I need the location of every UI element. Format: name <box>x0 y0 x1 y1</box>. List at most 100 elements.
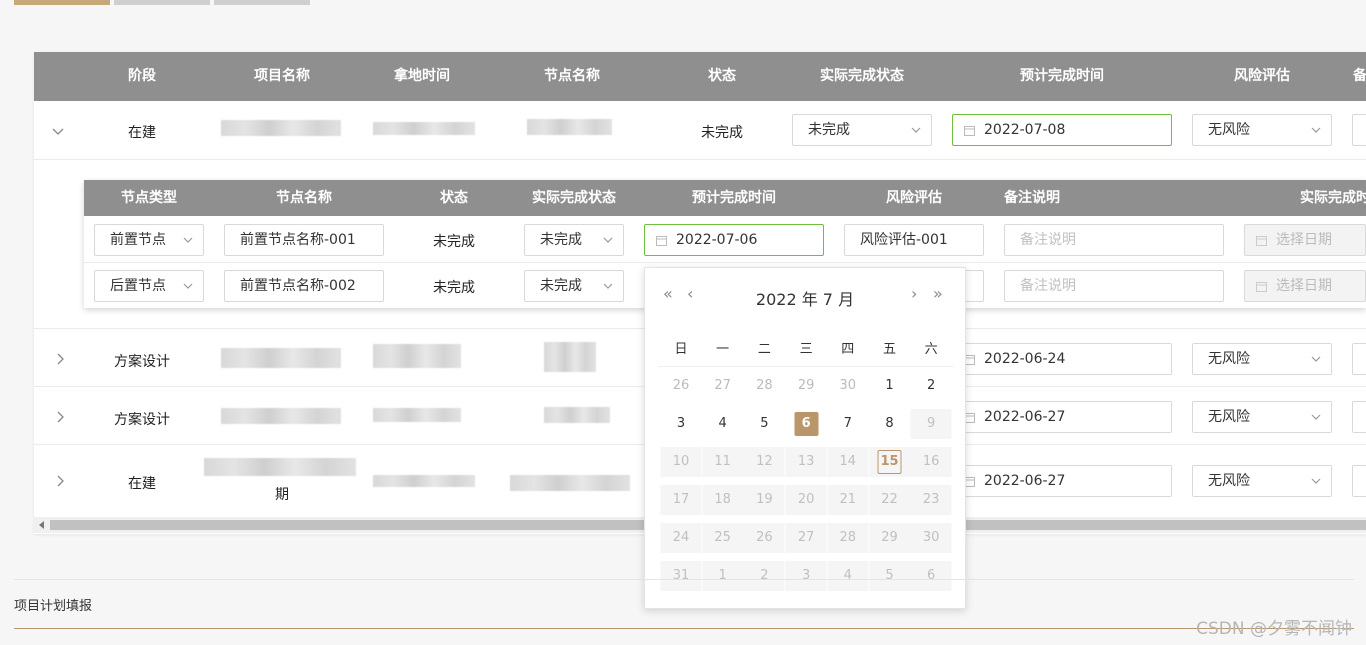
row2-due-date-picker[interactable]: 2022-06-24 <box>952 343 1172 375</box>
sub-row2-actual-date-picker[interactable]: 选择日期 <box>1244 270 1366 302</box>
col-status: 状态 <box>708 68 736 84</box>
row1-due-date-picker[interactable]: 2022-07-08 <box>952 114 1172 146</box>
sub-row1-remark-textarea[interactable]: 备注说明 <box>1004 224 1224 256</box>
sub-row1-status: 未完成 <box>433 234 475 250</box>
calendar-day: 22 <box>869 485 910 515</box>
col-node-name: 节点名称 <box>544 68 600 84</box>
calendar-day[interactable]: 4 <box>702 409 743 439</box>
calendar-day: 27 <box>785 523 827 553</box>
input-value: 前置节点名称-002 <box>240 278 356 294</box>
row3-project-name-redacted <box>221 408 341 424</box>
row3-node-name-redacted <box>544 407 610 423</box>
sub-row1-due-date-picker[interactable]: 2022-07-06 <box>644 224 824 256</box>
calendar-day: 18 <box>702 485 744 515</box>
sub-row1-type-select[interactable]: 前置节点 <box>94 224 204 256</box>
sub-row1-actual-status-select[interactable]: 未完成 <box>524 224 624 256</box>
next-month-icon[interactable]: › <box>911 284 917 303</box>
sub-col-node-name: 节点名称 <box>276 190 332 206</box>
calendar-divider <box>659 366 953 367</box>
calendar-icon <box>656 236 667 246</box>
row1-risk-select[interactable]: 无风险 <box>1192 114 1332 146</box>
sub-row1-actual-date-picker[interactable]: 选择日期 <box>1244 224 1366 256</box>
placeholder: 备注说明 <box>1020 278 1076 294</box>
chevron-right-icon[interactable] <box>52 351 68 367</box>
select-value: 无风险 <box>1208 122 1250 138</box>
placeholder: 选择日期 <box>1276 232 1332 248</box>
row4-remark-input[interactable] <box>1352 465 1366 497</box>
row2-land-time-redacted <box>373 344 461 368</box>
row2-risk-select[interactable]: 无风险 <box>1192 343 1332 375</box>
calendar-day: 20 <box>785 485 827 515</box>
row1-actual-status-select[interactable]: 未完成 <box>792 114 932 146</box>
calendar-day: 10 <box>660 447 702 477</box>
row2-stage: 方案设计 <box>114 354 170 370</box>
sub-col-node-type: 节点类型 <box>121 190 177 206</box>
chevron-down-icon[interactable] <box>50 123 66 139</box>
row2-remark-input[interactable] <box>1352 343 1366 375</box>
table-header: 阶段 项目名称 拿地时间 节点名称 状态 实际完成状态 预计完成时间 风险评估 … <box>34 52 1366 101</box>
col-stage: 阶段 <box>128 68 156 84</box>
sub-row1-name-input[interactable]: 前置节点名称-001 <box>224 224 384 256</box>
input-value: 风险评估-001 <box>860 232 948 248</box>
calendar-day: 21 <box>827 485 869 515</box>
chevron-down-icon <box>1311 478 1321 484</box>
next-year-icon[interactable]: » <box>933 284 943 303</box>
chevron-right-icon[interactable] <box>52 409 68 425</box>
top-tab-2[interactable] <box>114 0 210 5</box>
sub-col-actual-status: 实际完成状态 <box>532 190 616 206</box>
calendar-day[interactable]: 1 <box>869 371 910 401</box>
calendar-day[interactable]: 3 <box>661 409 702 439</box>
date-value: 2022-07-08 <box>984 122 1066 138</box>
calendar-day: 24 <box>660 523 702 553</box>
calendar-day: 23 <box>910 485 952 515</box>
sub-row2-type-select[interactable]: 后置节点 <box>94 270 204 302</box>
calendar-day[interactable]: 2 <box>911 371 952 401</box>
row4-project-name-redacted <box>204 458 356 476</box>
row4-node-name-redacted <box>510 475 630 491</box>
calendar-day: 12 <box>743 447 785 477</box>
row3-remark-input[interactable] <box>1352 401 1366 433</box>
chevron-down-icon <box>183 283 193 289</box>
row-divider <box>34 159 1366 160</box>
chevron-right-icon[interactable] <box>52 473 68 489</box>
row2-node-name-redacted <box>544 342 596 372</box>
sub-col-risk: 风险评估 <box>886 190 942 206</box>
sub-row2-name-input[interactable]: 前置节点名称-002 <box>224 270 384 302</box>
row1-node-name-redacted <box>527 119 612 135</box>
sub-row2-remark-textarea[interactable]: 备注说明 <box>1004 270 1224 302</box>
row3-risk-select[interactable]: 无风险 <box>1192 401 1332 433</box>
date-picker-popup: « ‹ 2022 年 7 月 › » 日一二三四五六 26 27 28 29 30 1 2 3… <box>644 267 966 609</box>
row3-due-date-picker[interactable]: 2022-06-27 <box>952 401 1172 433</box>
top-tab-3[interactable] <box>214 0 310 5</box>
calendar-day: 28 <box>827 523 869 553</box>
sub-row1-risk-input[interactable]: 风险评估-001 <box>844 224 984 256</box>
row4-risk-select[interactable]: 无风险 <box>1192 465 1332 497</box>
calendar-day: 31 <box>660 561 702 591</box>
sub-col-status: 状态 <box>440 190 468 206</box>
row1-remark-input[interactable] <box>1352 114 1366 146</box>
calendar-day: 5 <box>869 561 910 591</box>
row1-project-name-redacted <box>221 120 341 136</box>
row1-status: 未完成 <box>701 125 743 141</box>
row4-project-name-suffix: 期 <box>275 487 289 503</box>
sub-row2-status: 未完成 <box>433 280 475 296</box>
col-actual-status: 实际完成状态 <box>820 68 904 84</box>
col-risk: 风险评估 <box>1234 68 1290 84</box>
sub-row2-actual-status-select[interactable]: 未完成 <box>524 270 624 302</box>
weekday-label: 二 <box>757 342 771 357</box>
calendar-day: 16 <box>910 447 952 477</box>
row3-stage: 方案设计 <box>114 412 170 428</box>
select-value: 无风险 <box>1208 351 1250 367</box>
calendar-day: 26 <box>672 378 690 393</box>
calendar-day[interactable]: 5 <box>744 409 785 439</box>
row4-due-date-picker[interactable]: 2022-06-27 <box>952 465 1172 497</box>
select-value: 未完成 <box>808 122 850 138</box>
scroll-left-arrow-icon[interactable] <box>38 521 46 529</box>
calendar-day[interactable]: 8 <box>869 409 910 439</box>
weekday-label: 日 <box>674 342 688 357</box>
top-tab-active[interactable] <box>14 0 110 5</box>
input-value: 前置节点名称-001 <box>240 232 356 248</box>
col-project-name: 项目名称 <box>254 68 310 84</box>
calendar-day-selected[interactable]: 6 <box>786 409 827 439</box>
calendar-day[interactable]: 7 <box>827 409 868 439</box>
